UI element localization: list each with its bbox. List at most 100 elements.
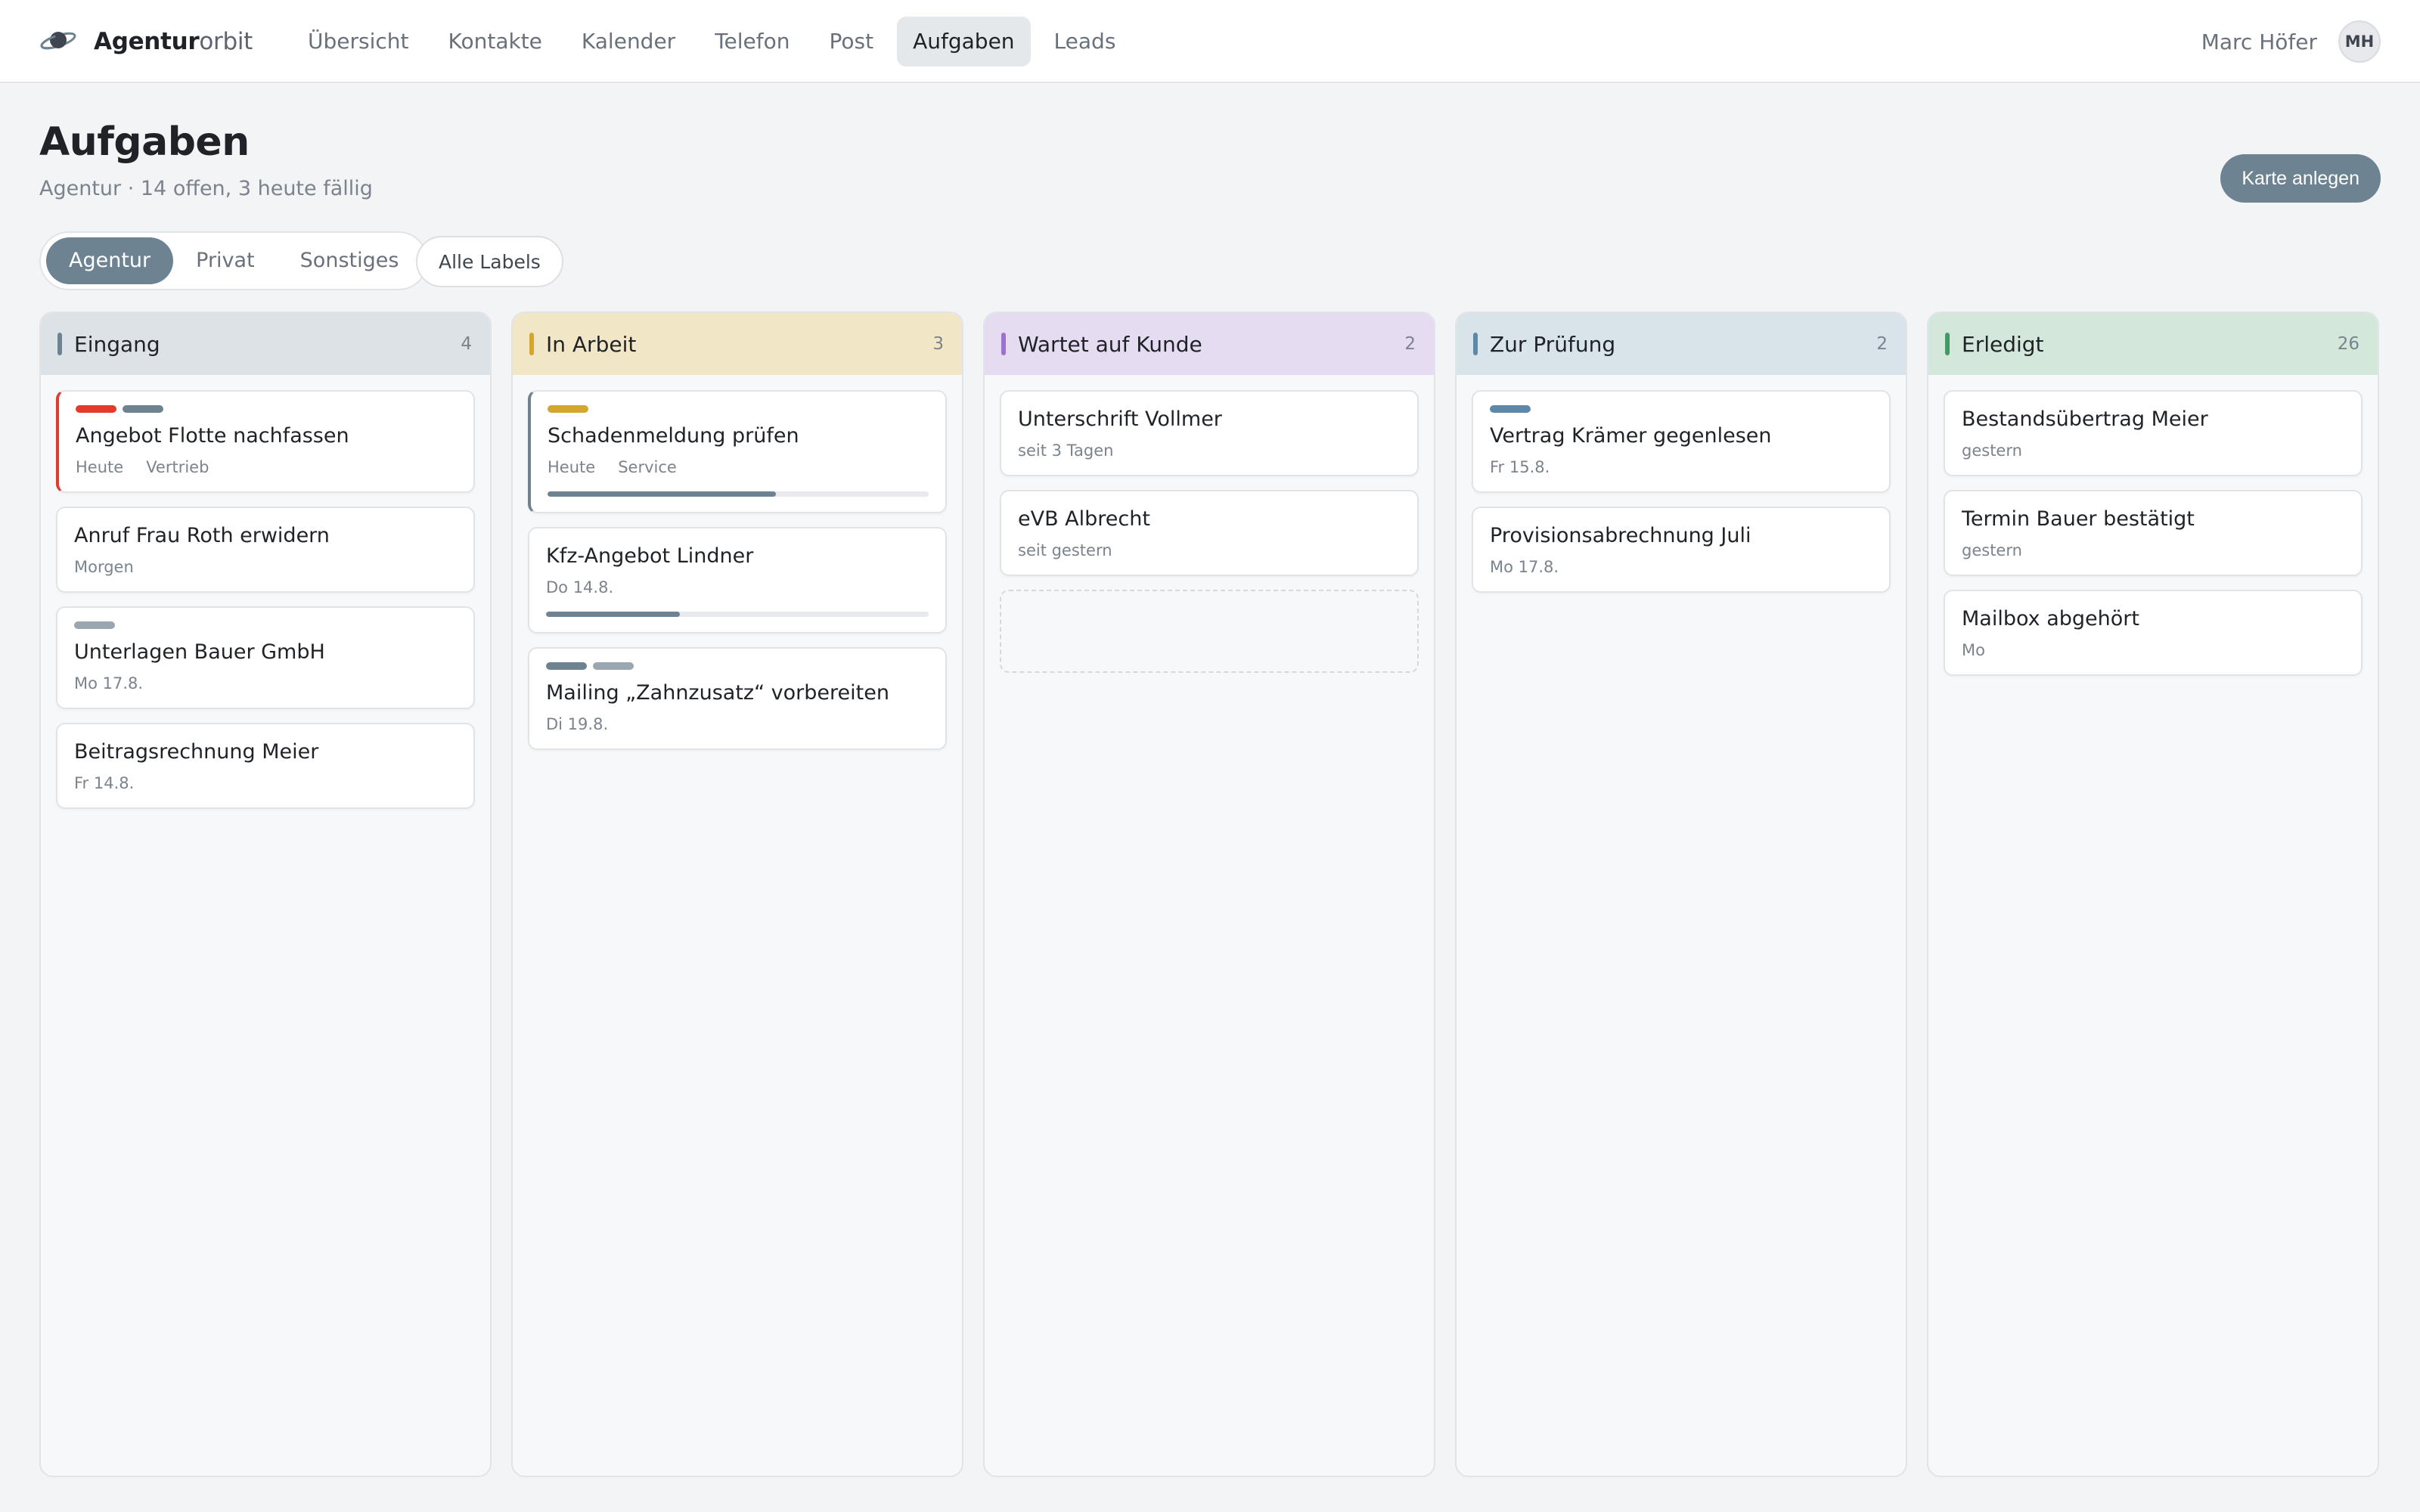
card-meta: Di 19.8.: [546, 715, 929, 733]
task-card[interactable]: Provisionsabrechnung Juli Mo 17.8.: [1472, 507, 1891, 593]
card-label-chips: [76, 405, 457, 413]
card-label-chips: [548, 405, 929, 413]
task-card[interactable]: eVB Albrecht seit gestern: [1000, 490, 1419, 576]
app-logo[interactable]: Agenturorbit: [39, 23, 253, 60]
nav-item-aufgaben[interactable]: Aufgaben: [897, 17, 1031, 67]
column-title: Erledigt: [1962, 331, 2044, 357]
card-meta: Mo 17.8.: [1490, 558, 1872, 576]
main-nav: Übersicht Kontakte Kalender Telefon Post…: [292, 17, 1139, 67]
task-card[interactable]: Beitragsrechnung Meier Fr 14.8.: [56, 723, 475, 809]
card-progress-bar: [548, 491, 929, 497]
card-list: Angebot Flotte nachfassen Heute Vertrieb An…: [41, 375, 490, 809]
column-color-marker: [1473, 333, 1478, 355]
card-progress-fill: [546, 612, 681, 617]
card-category: Vertrieb: [146, 458, 209, 476]
card-title: Provisionsabrechnung Juli: [1490, 524, 1751, 547]
card-label-chips: [1490, 405, 1872, 413]
nav-item-kontakte[interactable]: Kontakte: [433, 17, 558, 67]
column-header-erledigt[interactable]: Erledigt 26: [1928, 313, 2378, 375]
card-due-date: seit 3 Tagen: [1018, 442, 1114, 460]
app-name: Agenturorbit: [94, 28, 253, 55]
card-due-date: Di 19.8.: [546, 715, 609, 733]
card-title: eVB Albrecht: [1018, 507, 1150, 531]
card-progress-bar: [546, 612, 929, 617]
nav-item-uebersicht[interactable]: Übersicht: [292, 17, 425, 67]
card-title: Schadenmeldung prüfen: [548, 424, 799, 448]
task-card[interactable]: Mailbox abgehört Mo: [1944, 590, 2363, 676]
column-count-badge: 4: [461, 334, 472, 354]
column-header-in-arbeit[interactable]: In Arbeit 3: [513, 313, 962, 375]
user-menu[interactable]: Marc Höfer MH: [2201, 20, 2381, 63]
card-list: Unterschrift Vollmer seit 3 Tagen eVB Albr…: [985, 375, 1434, 673]
task-card[interactable]: Vertrag Krämer gegenlesen Fr 15.8.: [1472, 390, 1891, 493]
column-header-zur-pruefung[interactable]: Zur Prüfung 2: [1457, 313, 1906, 375]
column-header-wartet-auf-kunde[interactable]: Wartet auf Kunde 2: [985, 313, 1434, 375]
task-card[interactable]: Kfz-Angebot Lindner Do 14.8.: [528, 527, 947, 634]
card-list: Schadenmeldung prüfen Heute Service Kfz-Ang…: [513, 375, 962, 750]
page-title: Aufgaben: [39, 119, 250, 165]
card-title: Mailbox abgehört: [1962, 607, 2139, 631]
card-drop-zone[interactable]: [1000, 590, 1419, 673]
card-meta: gestern: [1962, 442, 2344, 460]
label-chip: [74, 621, 115, 629]
card-title: Bestandsübertrag Meier: [1962, 407, 2208, 431]
nav-item-telefon[interactable]: Telefon: [699, 17, 805, 67]
column-color-marker: [529, 333, 534, 355]
column-zur-pruefung: Zur Prüfung 2 Vertrag Krämer gegenlesen Fr …: [1455, 311, 1907, 1477]
card-list: Bestandsübertrag Meier gestern Termin Baue…: [1928, 375, 2378, 676]
segment-sonstiges[interactable]: Sonstiges: [278, 237, 422, 284]
card-label-chips: [546, 662, 929, 670]
task-card[interactable]: Anruf Frau Roth erwidern Morgen: [56, 507, 475, 593]
task-card[interactable]: Bestandsübertrag Meier gestern: [1944, 390, 2363, 476]
task-card[interactable]: Schadenmeldung prüfen Heute Service: [528, 390, 947, 513]
card-meta: Mo 17.8.: [74, 674, 457, 692]
task-card[interactable]: Unterlagen Bauer GmbH Mo 17.8.: [56, 606, 475, 709]
segment-privat[interactable]: Privat: [173, 237, 278, 284]
label-chip: [1490, 405, 1531, 413]
nav-item-post[interactable]: Post: [814, 17, 890, 67]
column-count-badge: 2: [1404, 334, 1416, 354]
page-subtitle: Agentur · 14 offen, 3 heute fällig: [39, 177, 373, 200]
column-eingang: Eingang 4 Angebot Flotte nachfassen Heute Ve…: [39, 311, 492, 1477]
kanban-board: Eingang 4 Angebot Flotte nachfassen Heute Ve…: [39, 311, 2381, 1477]
card-due-date: Fr 15.8.: [1490, 458, 1550, 476]
card-title: Termin Bauer bestätigt: [1962, 507, 2195, 531]
column-erledigt: Erledigt 26 Bestandsübertrag Meier gestern T…: [1927, 311, 2379, 1477]
labels-filter-button[interactable]: Alle Labels: [416, 236, 563, 287]
card-meta: Mo: [1962, 641, 2344, 659]
avatar[interactable]: MH: [2338, 20, 2381, 63]
card-title: Unterschrift Vollmer: [1018, 407, 1222, 431]
task-card[interactable]: Mailing „Zahnzusatz“ vorbereiten Di 19.8.: [528, 647, 947, 750]
label-chip: [123, 405, 163, 413]
card-meta: seit gestern: [1018, 541, 1401, 559]
card-due-date: gestern: [1962, 442, 2022, 460]
label-chip: [548, 405, 588, 413]
card-due-date: Morgen: [74, 558, 134, 576]
card-due-date: Fr 14.8.: [74, 774, 135, 792]
column-count-badge: 26: [2337, 334, 2360, 354]
card-title: Vertrag Krämer gegenlesen: [1490, 424, 1772, 448]
card-category: Service: [618, 458, 677, 476]
task-card[interactable]: Unterschrift Vollmer seit 3 Tagen: [1000, 390, 1419, 476]
column-header-eingang[interactable]: Eingang 4: [41, 313, 490, 375]
create-card-button[interactable]: Karte anlegen: [2220, 154, 2381, 203]
column-wartet-auf-kunde: Wartet auf Kunde 2 Unterschrift Vollmer sei…: [983, 311, 1435, 1477]
segment-agentur[interactable]: Agentur: [46, 237, 174, 284]
card-meta: Fr 15.8.: [1490, 458, 1872, 476]
card-meta: Fr 14.8.: [74, 774, 457, 792]
task-card[interactable]: Termin Bauer bestätigt gestern: [1944, 490, 2363, 576]
user-name[interactable]: Marc Höfer: [2201, 29, 2317, 54]
label-chip: [546, 662, 587, 670]
board-segment-control: Agentur Privat Sonstiges: [39, 231, 429, 290]
card-title: Mailing „Zahnzusatz“ vorbereiten: [546, 681, 889, 705]
card-meta: Heute Service: [548, 458, 929, 476]
card-title: Kfz-Angebot Lindner: [546, 544, 754, 568]
card-due-date: Mo 17.8.: [1490, 558, 1559, 576]
card-title: Unterlagen Bauer GmbH: [74, 640, 325, 664]
column-in-arbeit: In Arbeit 3 Schadenmeldung prüfen Heute Serv…: [511, 311, 963, 1477]
nav-item-kalender[interactable]: Kalender: [566, 17, 691, 67]
card-progress-fill: [548, 491, 777, 497]
card-due-date: gestern: [1962, 541, 2022, 559]
task-card[interactable]: Angebot Flotte nachfassen Heute Vertrieb: [56, 390, 475, 493]
nav-item-leads[interactable]: Leads: [1038, 17, 1132, 67]
